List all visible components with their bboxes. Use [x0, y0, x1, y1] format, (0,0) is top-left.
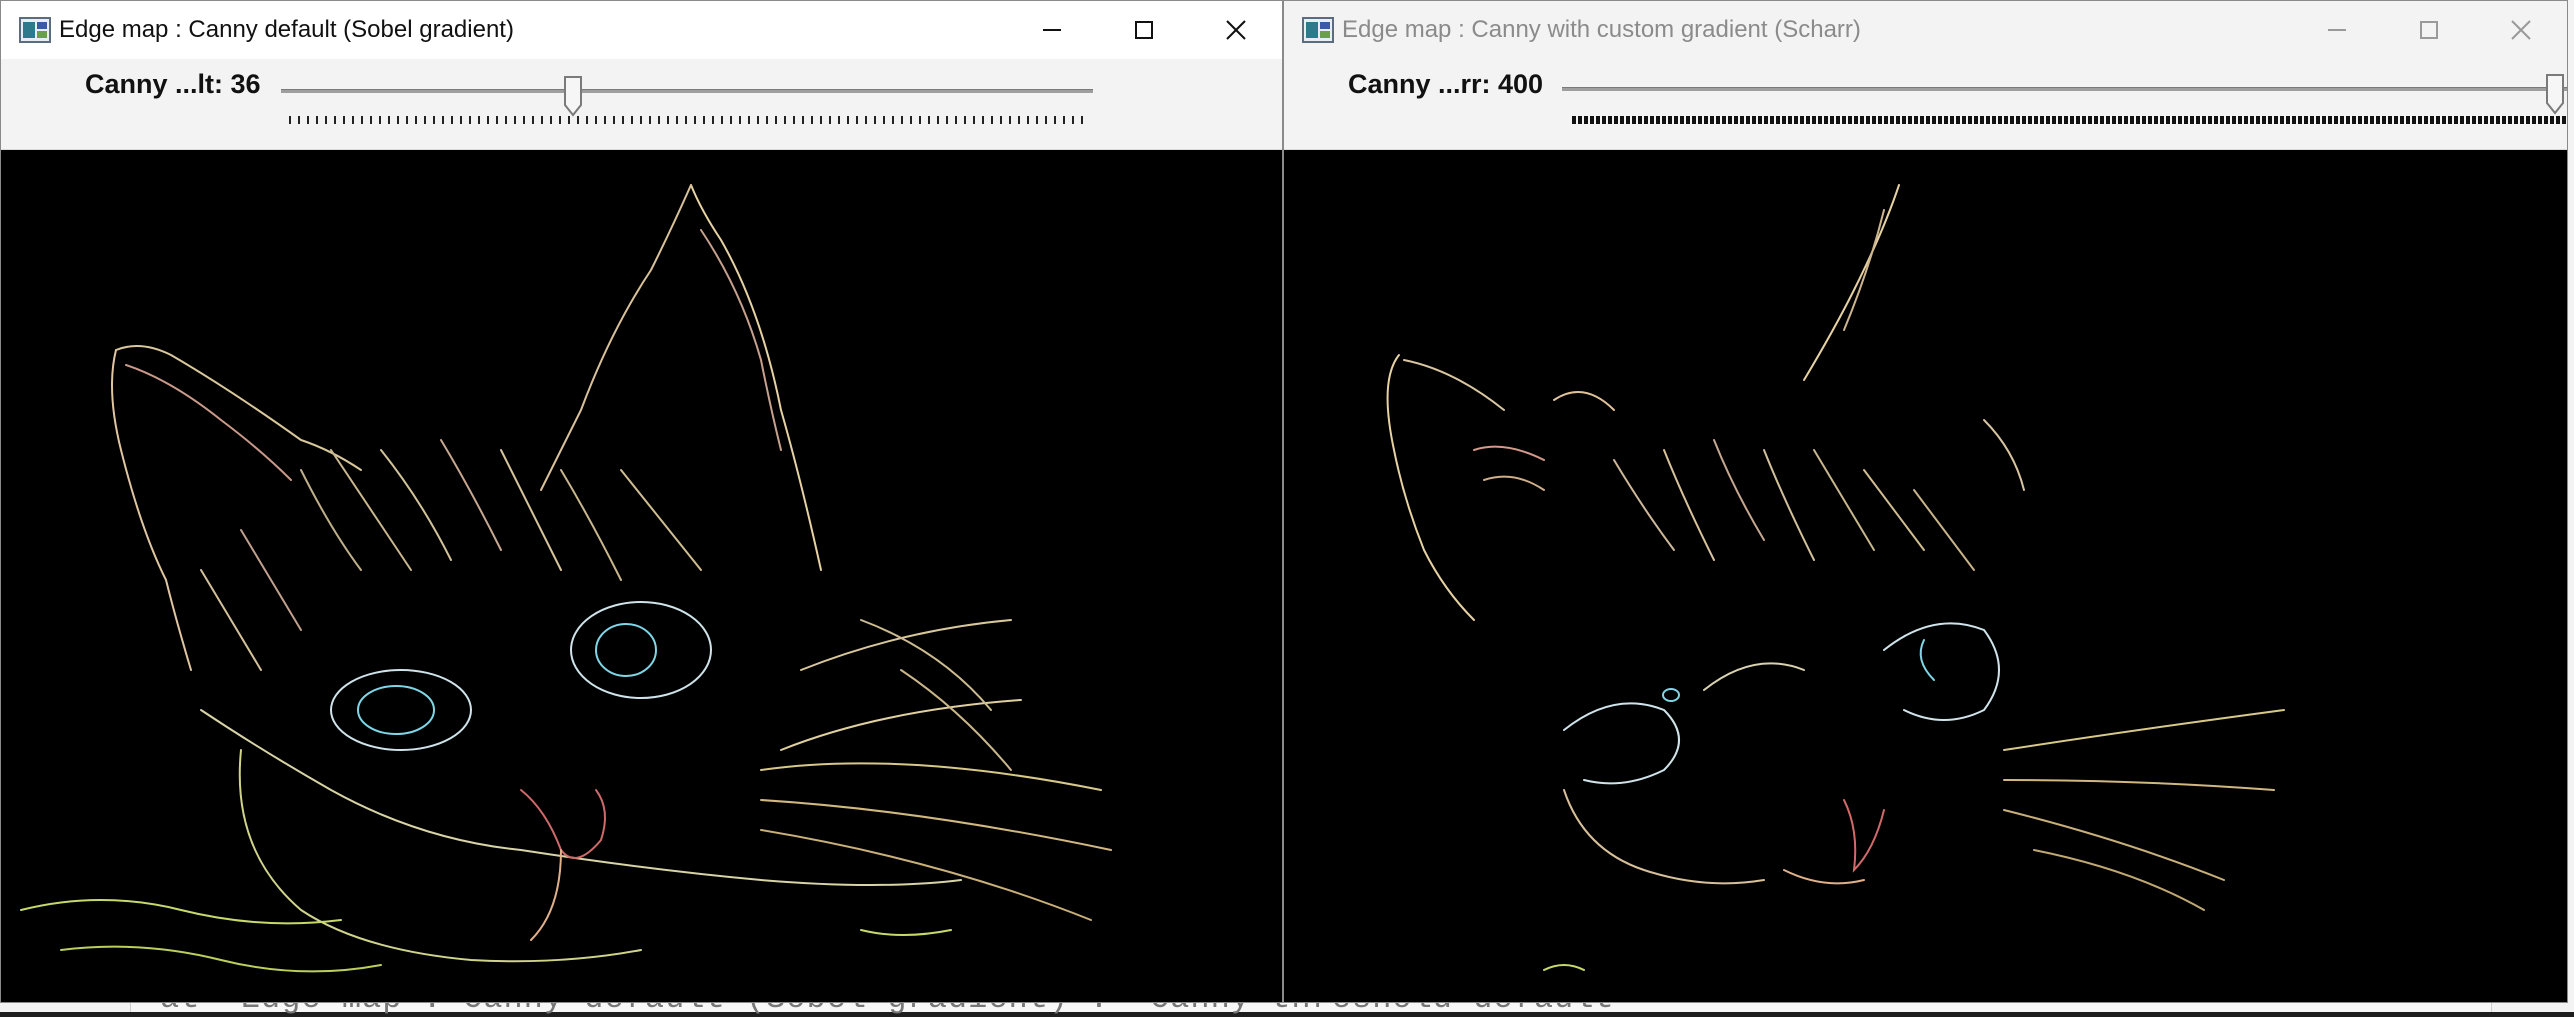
close-icon — [2511, 20, 2531, 40]
maximize-button[interactable] — [2383, 1, 2475, 59]
trackbar-panel: Canny ...rr: 400 — [1284, 59, 2567, 150]
title-bar[interactable]: Edge map : Canny with custom gradient (S… — [1284, 1, 2567, 59]
trackbar-ticks — [1572, 116, 2567, 124]
trackbar-track[interactable] — [281, 89, 1093, 93]
maximize-icon — [2420, 21, 2438, 39]
edge-map-scharr-window[interactable]: Edge map : Canny with custom gradient (S… — [1283, 0, 2568, 1003]
edge-map-canvas — [1284, 150, 2567, 1002]
close-icon — [1226, 20, 1246, 40]
maximize-icon — [1135, 21, 1153, 39]
trackbar-thumb[interactable] — [563, 75, 583, 119]
window-title: Edge map : Canny default (Sobel gradient… — [59, 16, 514, 43]
minimize-icon — [1043, 29, 1061, 31]
app-icon — [1302, 17, 1334, 43]
minimize-button[interactable] — [2291, 1, 2383, 59]
close-button[interactable] — [1190, 1, 1282, 59]
edge-image-sobel — [20, 184, 1112, 973]
trackbar-panel: Canny ...lt: 36 — [1, 59, 1282, 150]
trackbar-track[interactable] — [1562, 87, 2567, 91]
window-title: Edge map : Canny with custom gradient (S… — [1342, 16, 1861, 43]
edge-map-canvas — [1, 150, 1282, 1002]
close-button[interactable] — [2475, 1, 2567, 59]
trackbar-label: Canny ...rr: 400 — [1348, 69, 1544, 99]
edge-map-sobel-window[interactable]: Edge map : Canny default (Sobel gradient… — [0, 0, 1283, 1003]
title-bar[interactable]: Edge map : Canny default (Sobel gradient… — [1, 1, 1282, 59]
app-icon — [19, 17, 51, 43]
trackbar-ticks — [289, 116, 1087, 124]
trackbar-thumb[interactable] — [2545, 73, 2565, 117]
maximize-button[interactable] — [1098, 1, 1190, 59]
minimize-icon — [2328, 29, 2346, 31]
minimize-button[interactable] — [1006, 1, 1098, 59]
edge-image-scharr — [1386, 184, 2285, 971]
trackbar-label: Canny ...lt: 36 — [85, 69, 261, 99]
